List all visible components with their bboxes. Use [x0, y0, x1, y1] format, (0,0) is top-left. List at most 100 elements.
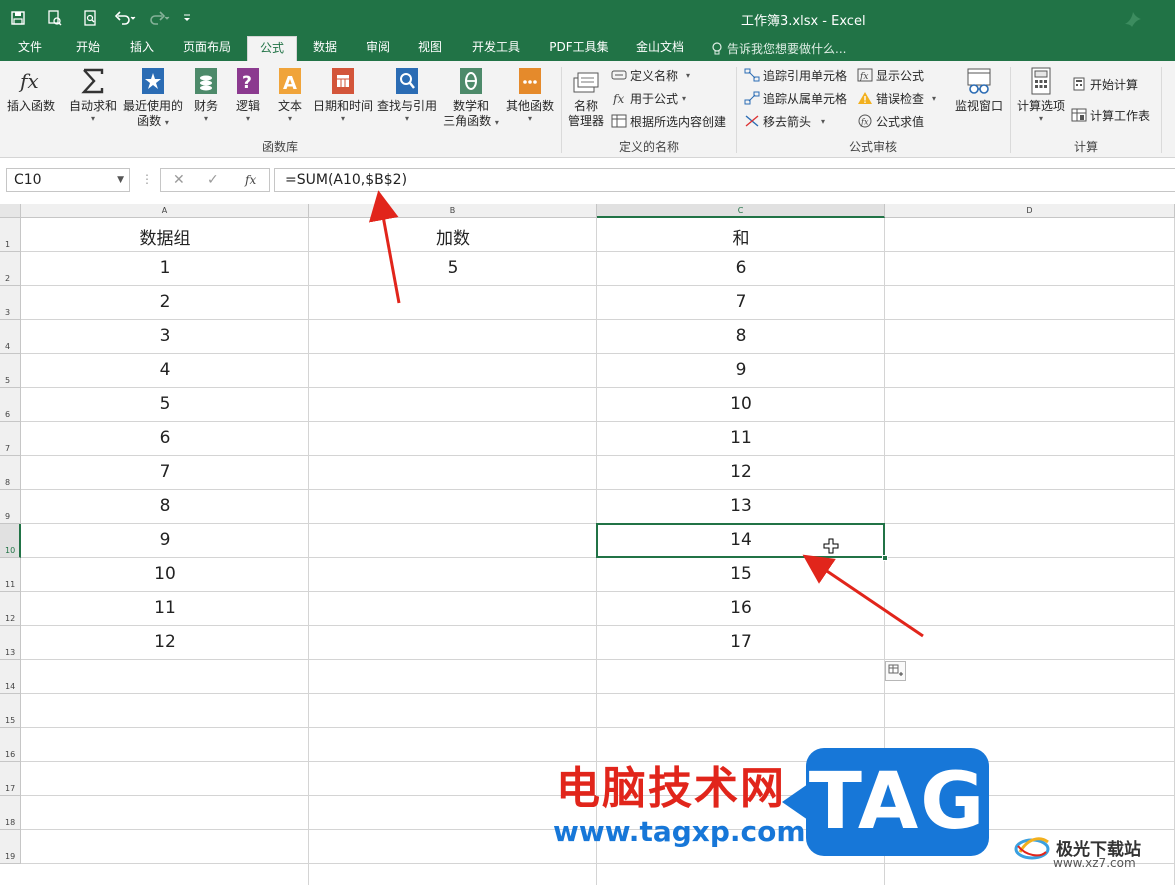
lookup-reference-button[interactable]: 查找与引用 ▾	[376, 65, 438, 123]
cell-c1[interactable]: 和	[597, 224, 885, 249]
tab-page-layout[interactable]: 页面布局	[174, 36, 240, 61]
row-header-11[interactable]: 11	[0, 558, 21, 592]
row-header-15[interactable]: 15	[0, 694, 21, 728]
formula-bar-grip-icon[interactable]: ⋮	[141, 172, 153, 186]
row-header-12[interactable]: 12	[0, 592, 21, 626]
tab-file[interactable]: 文件	[8, 36, 52, 61]
row-header-3[interactable]: 3	[0, 286, 21, 320]
cell-a1[interactable]: 数据组	[21, 224, 309, 249]
date-time-button[interactable]: 日期和时间 ▾	[312, 65, 374, 123]
row-header-14[interactable]: 14	[0, 660, 21, 694]
calculate-sheet-button[interactable]: 计算工作表	[1071, 105, 1150, 125]
row-header-4[interactable]: 4	[0, 320, 21, 354]
row-header-7[interactable]: 7	[0, 422, 21, 456]
use-in-formula-button[interactable]: fx 用于公式 ▾	[611, 88, 686, 108]
cell-a10[interactable]: 9	[21, 530, 309, 550]
column-header-b[interactable]: B	[309, 204, 597, 218]
cell-c2[interactable]: 6	[597, 258, 885, 278]
cell-c3[interactable]: 7	[597, 292, 885, 312]
customize-qat-icon[interactable]	[176, 0, 198, 36]
tab-view[interactable]: 视图	[408, 36, 452, 61]
logical-button[interactable]: ? 逻辑 ▾	[230, 65, 266, 123]
name-manager-button[interactable]: 名称 管理器	[565, 65, 607, 129]
save-icon[interactable]	[0, 0, 36, 36]
cell-c7[interactable]: 11	[597, 428, 885, 448]
name-box[interactable]: C10 ▼	[6, 168, 130, 192]
cell-c11[interactable]: 15	[597, 564, 885, 584]
print-preview-icon[interactable]	[36, 0, 72, 36]
cell-c4[interactable]: 8	[597, 326, 885, 346]
cell-a2[interactable]: 1	[21, 258, 309, 278]
cell-c9[interactable]: 13	[597, 496, 885, 516]
watch-window-button[interactable]: 监视窗口	[952, 65, 1006, 114]
tab-data[interactable]: 数据	[303, 36, 347, 61]
cell-c13[interactable]: 17	[597, 632, 885, 652]
cell-a12[interactable]: 11	[21, 598, 309, 618]
tab-kingsoft-docs[interactable]: 金山文档	[628, 36, 692, 61]
cell-a9[interactable]: 8	[21, 496, 309, 516]
redo-icon[interactable]	[142, 0, 176, 36]
tab-home[interactable]: 开始	[64, 36, 112, 61]
cell-c12[interactable]: 16	[597, 598, 885, 618]
select-all-corner[interactable]	[0, 204, 21, 218]
row-header-5[interactable]: 5	[0, 354, 21, 388]
calculation-options-button[interactable]: 计算选项 ▾	[1014, 65, 1068, 123]
active-cell-border[interactable]	[596, 523, 885, 558]
row-header-10[interactable]: 10	[0, 524, 21, 558]
remove-arrows-button[interactable]: 移去箭头 ▾	[744, 111, 825, 131]
cell-a5[interactable]: 4	[21, 360, 309, 380]
financial-button[interactable]: 财务 ▾	[188, 65, 224, 123]
row-header-9[interactable]: 9	[0, 490, 21, 524]
column-header-c[interactable]: C	[597, 204, 885, 218]
undo-icon[interactable]	[108, 0, 142, 36]
column-header-a[interactable]: A	[21, 204, 309, 218]
cancel-icon[interactable]: ✕	[173, 169, 185, 191]
row-header-2[interactable]: 2	[0, 252, 21, 286]
auto-fill-options-icon[interactable]	[885, 661, 906, 681]
cell-a3[interactable]: 2	[21, 292, 309, 312]
worksheet-grid[interactable]: A B C D 1 数据组 加数和 2 1 5 6 3 2 7 4 3 8 5 4 9 6 5 10 7 6 11 8 7 12 9 8 13…	[0, 204, 1175, 885]
cell-b1[interactable]: 加数	[309, 224, 597, 249]
tab-review[interactable]: 审阅	[356, 36, 400, 61]
cell-a11[interactable]: 10	[21, 564, 309, 584]
show-formulas-button[interactable]: fx 显示公式	[857, 65, 924, 85]
autosum-button[interactable]: 自动求和 ▾	[66, 65, 120, 123]
trace-dependents-button[interactable]: 追踪从属单元格	[744, 88, 847, 108]
row-header-1[interactable]: 1	[0, 218, 21, 252]
insert-function-button[interactable]: fx 插入函数	[4, 65, 58, 114]
cell-a13[interactable]: 12	[21, 632, 309, 652]
math-trig-button[interactable]: 数学和 三角函数 ▾	[442, 65, 500, 129]
cell-a6[interactable]: 5	[21, 394, 309, 414]
more-functions-button[interactable]: 其他函数 ▾	[502, 65, 558, 123]
row-header-13[interactable]: 13	[0, 626, 21, 660]
insert-function-fx-icon[interactable]: fx	[245, 169, 256, 191]
cell-a4[interactable]: 3	[21, 326, 309, 346]
tab-formulas[interactable]: 公式	[247, 36, 297, 61]
row-header-6[interactable]: 6	[0, 388, 21, 422]
evaluate-formula-button[interactable]: fx 公式求值	[857, 111, 924, 131]
recently-used-button[interactable]: 最近使用的 函数 ▾	[122, 65, 184, 129]
error-checking-button[interactable]: 错误检查 ▾	[857, 88, 936, 108]
create-from-selection-button[interactable]: 根据所选内容创建	[611, 111, 726, 131]
cell-b2[interactable]: 5	[309, 258, 597, 278]
column-header-d[interactable]: D	[885, 204, 1175, 218]
trace-precedents-button[interactable]: 追踪引用单元格	[744, 65, 847, 85]
fill-handle[interactable]	[882, 555, 888, 561]
row-header-8[interactable]: 8	[0, 456, 21, 490]
cell-c5[interactable]: 9	[597, 360, 885, 380]
tell-me-search[interactable]: 告诉我您想要做什么...	[711, 36, 846, 61]
cell-c8[interactable]: 12	[597, 462, 885, 482]
tab-pdf-tools[interactable]: PDF工具集	[540, 36, 618, 61]
row-header-19[interactable]: 19	[0, 830, 21, 864]
define-name-button[interactable]: 定义名称 ▾	[611, 65, 690, 85]
cell-a8[interactable]: 7	[21, 462, 309, 482]
tab-insert[interactable]: 插入	[118, 36, 166, 61]
text-button[interactable]: A 文本 ▾	[272, 65, 308, 123]
row-header-18[interactable]: 18	[0, 796, 21, 830]
cell-a7[interactable]: 6	[21, 428, 309, 448]
row-header-17[interactable]: 17	[0, 762, 21, 796]
page-preview-icon[interactable]	[72, 0, 108, 36]
calculate-now-button[interactable]: 开始计算	[1071, 74, 1138, 94]
name-box-dropdown-icon[interactable]: ▼	[117, 169, 124, 191]
row-header-16[interactable]: 16	[0, 728, 21, 762]
